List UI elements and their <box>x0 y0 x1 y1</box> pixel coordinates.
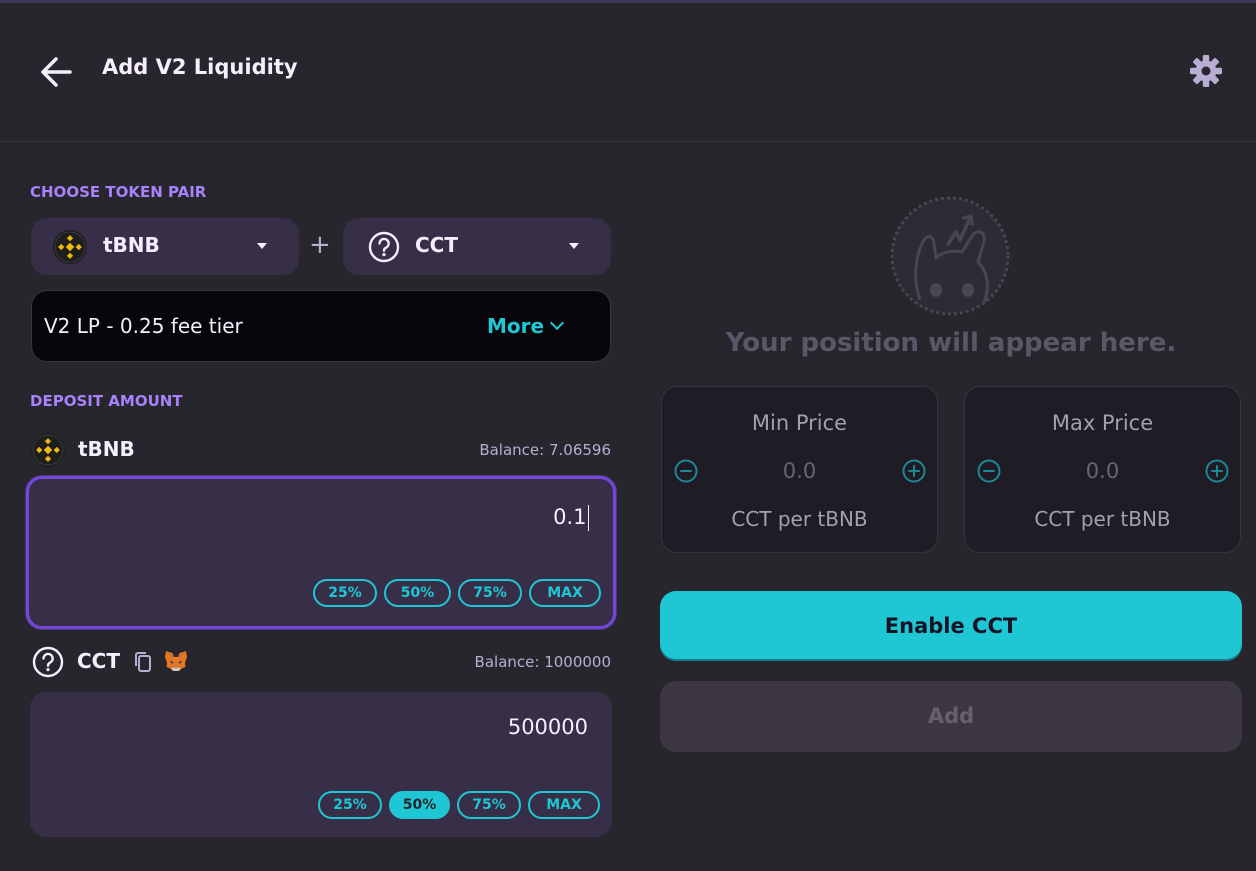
enable-cct-button[interactable]: Enable CCT <box>660 591 1242 661</box>
help-circle-icon <box>368 231 400 263</box>
max-price-unit: CCT per tBNB <box>1034 507 1171 531</box>
empty-position-message: Your position will appear here. <box>725 328 1177 358</box>
metamask-fox-icon[interactable] <box>164 650 188 672</box>
token-b-50-button[interactable]: 50% <box>389 791 450 819</box>
deposit-token-b-symbol: CCT <box>77 649 120 673</box>
plus-icon: + <box>309 230 331 260</box>
plus-circle-icon[interactable] <box>902 459 926 483</box>
token-a-amount-panel: 0.1 25% 50% 75% MAX <box>26 476 616 629</box>
add-button[interactable]: Add <box>660 681 1242 752</box>
token-a-amount-input[interactable]: 0.1 <box>553 505 589 531</box>
token-a-25-button[interactable]: 25% <box>313 579 377 607</box>
min-price-card: Min Price 0.0 CCT per tBNB <box>661 386 938 553</box>
plus-circle-icon[interactable] <box>1205 459 1229 483</box>
token-a-symbol: tBNB <box>103 233 160 257</box>
bunny-placeholder-icon <box>890 196 1010 316</box>
back-button[interactable] <box>36 52 76 92</box>
token-b-amount-input[interactable]: 500000 <box>508 715 588 739</box>
chevron-down-icon <box>569 243 579 249</box>
text-cursor <box>587 505 589 531</box>
chevron-down-icon <box>550 315 565 331</box>
token-a-75-button[interactable]: 75% <box>458 579 522 607</box>
max-price-value[interactable]: 0.0 <box>965 459 1240 483</box>
token-a-50-button[interactable]: 50% <box>384 579 451 607</box>
gear-icon <box>1190 55 1222 87</box>
arrow-left-icon <box>41 57 72 87</box>
copy-icon[interactable] <box>133 651 153 673</box>
page-title: Add V2 Liquidity <box>102 55 298 79</box>
token-b-75-button[interactable]: 75% <box>457 791 521 819</box>
token-a-max-button[interactable]: MAX <box>529 579 601 607</box>
chevron-down-icon <box>257 243 267 249</box>
fee-tier-box: V2 LP - 0.25 fee tier More <box>31 290 611 362</box>
more-label: More <box>487 314 545 338</box>
max-price-card: Max Price 0.0 CCT per tBNB <box>964 386 1241 553</box>
token-b-balance: Balance: 1000000 <box>474 653 611 671</box>
token-a-select[interactable]: tBNB <box>31 218 299 275</box>
token-b-amount-panel: 500000 25% 50% 75% MAX <box>30 692 612 837</box>
token-b-max-button[interactable]: MAX <box>528 791 600 819</box>
token-b-symbol: CCT <box>415 233 458 257</box>
bnb-icon <box>53 230 87 264</box>
min-price-unit: CCT per tBNB <box>731 507 868 531</box>
token-a-amount-value: 0.1 <box>553 505 587 529</box>
settings-button[interactable] <box>1186 51 1226 91</box>
token-b-select[interactable]: CCT <box>343 218 611 275</box>
deposit-amount-label: DEPOSIT AMOUNT <box>30 392 183 410</box>
bnb-icon <box>31 433 65 467</box>
max-price-title: Max Price <box>1051 411 1154 435</box>
more-button[interactable]: More <box>487 314 565 338</box>
deposit-token-a-symbol: tBNB <box>78 437 135 461</box>
help-circle-icon <box>32 646 64 678</box>
choose-token-pair-label: CHOOSE TOKEN PAIR <box>30 183 207 201</box>
page-header: Add V2 Liquidity <box>0 3 1256 142</box>
token-a-balance: Balance: 7.06596 <box>479 441 611 459</box>
token-b-25-button[interactable]: 25% <box>318 791 382 819</box>
fee-tier-text: V2 LP - 0.25 fee tier <box>44 314 243 338</box>
min-price-value[interactable]: 0.0 <box>662 459 937 483</box>
min-price-title: Min Price <box>751 411 848 435</box>
